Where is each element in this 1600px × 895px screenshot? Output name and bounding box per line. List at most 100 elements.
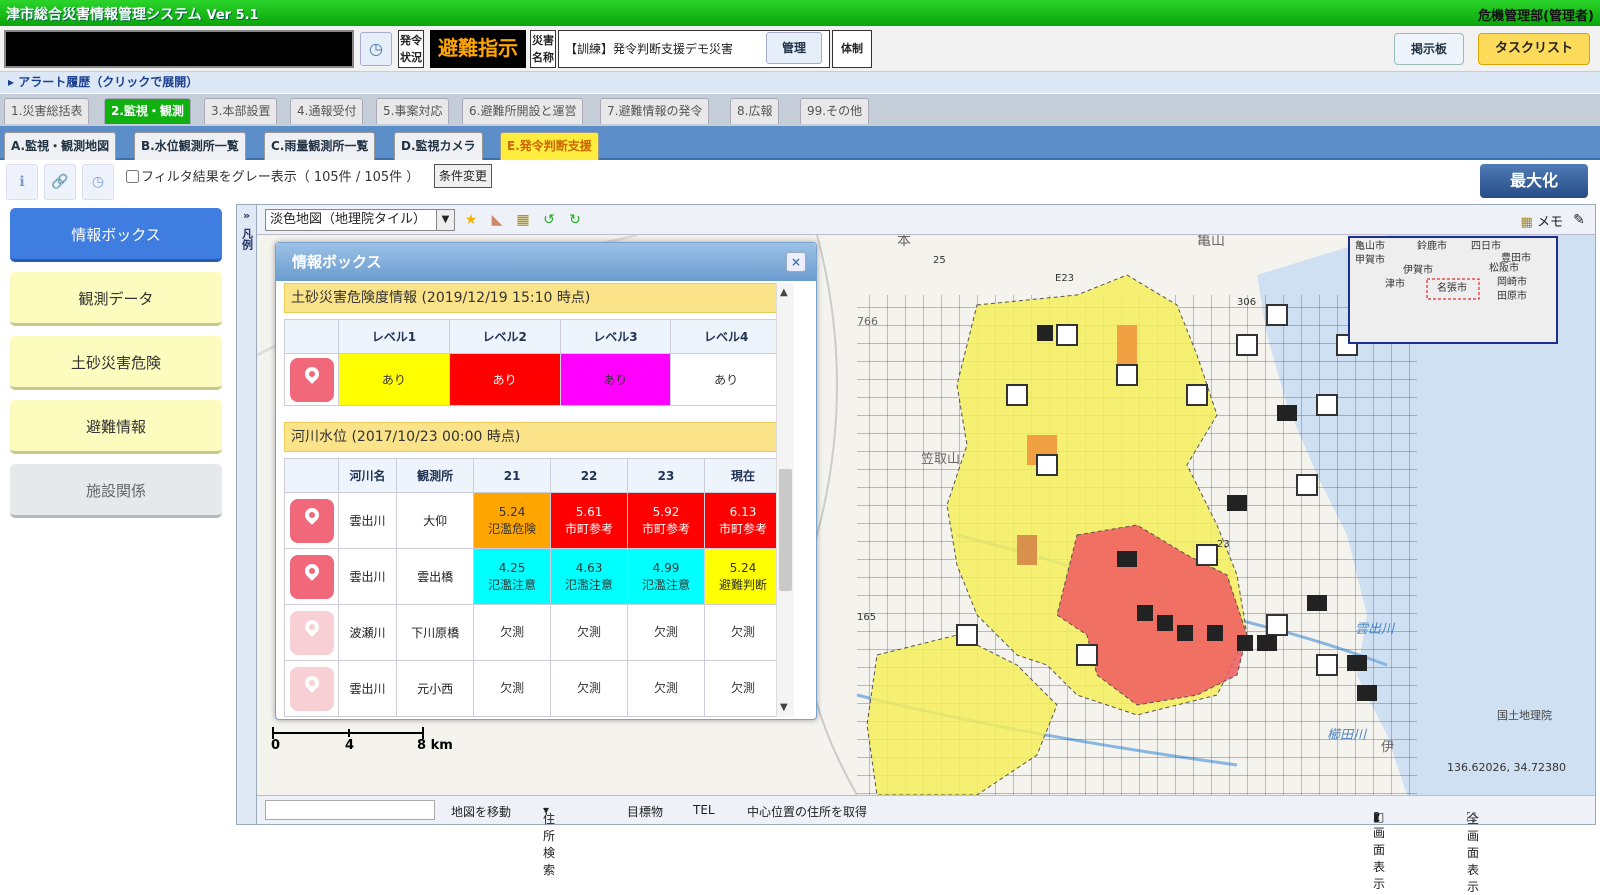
address-search-button[interactable]: 住所検索 ▾ [543,803,555,877]
tab-sub-e[interactable]: E.発令判断支援 [500,132,599,160]
user-label: 危機管理部(管理者) [1478,9,1594,24]
info-box-scrollbar[interactable]: ▲ ▼ [776,283,794,717]
close-button[interactable]: × [786,252,806,272]
tab-main-3[interactable]: 3.本部設置 [204,98,278,124]
map-bottom-bar: 地図を移動 住所検索 ▾ 目標物 TEL 中心位置の住所を取得 ◧ 2画面表示 … [257,795,1595,894]
tab-main-1[interactable]: 1.災害総括表 [4,98,90,124]
move-map-button[interactable]: 地図を移動 [451,803,511,820]
pin-icon[interactable] [289,498,334,543]
left-info-box[interactable]: 情報ボックス [10,208,222,262]
svg-text:岡崎市: 岡崎市 [1497,275,1527,288]
ruler-icon[interactable]: ◣ [487,210,507,230]
svg-text:鈴鹿市: 鈴鹿市 [1417,239,1447,252]
gray-filter[interactable]: フィルタ結果をグレー表示（ 105件 / 105件 ） [126,166,419,185]
map-label-hon: 本 [897,235,911,249]
map-label-23: 23 [1217,539,1230,550]
map-toolbar: 淡色地図（地理院タイル） ▼ ★ ◣ ▦ ↺ ↻ ▦ メモ ✎ [257,205,1595,235]
app-title: 津市総合災害情報管理システム Ver 5.1 [6,7,259,23]
pin-icon[interactable] [289,357,334,402]
scroll-down-icon[interactable]: ▼ [780,702,788,713]
map-label-25: 25 [933,255,946,266]
alert-history-bar[interactable]: ▸ アラート履歴（クリックで展開） [0,72,1600,93]
level-cell: 欠測 [704,660,782,717]
redo-icon[interactable]: ↻ [565,210,585,230]
close-icon: × [790,255,802,269]
tab-main-7[interactable]: 7.避難情報の発令 [600,98,710,124]
river-row: 雲出川 雲出橋 4.25 氾濫注意 4.63 氾濫注意 4.99 氾濫注意 5.24 避難判断 [284,548,782,605]
left-observation-data[interactable]: 観測データ [10,272,222,326]
svg-text:4: 4 [345,738,354,753]
overview-map[interactable]: 亀山市 鈴鹿市 甲賀市 伊賀市 名張市 四日市 津市 松阪市 田原市 豊田市 岡… [1348,236,1558,344]
river-name: 雲出川 [337,660,398,717]
svg-text:豊田市: 豊田市 [1501,251,1531,264]
maximize-button[interactable]: 最大化 [1480,164,1588,198]
legend-label: 凡例 [240,228,254,250]
level-cell: あり [559,353,672,406]
tab-main-8[interactable]: 8.広報 [730,98,780,124]
river-name: 波瀬川 [337,604,398,661]
memo-button[interactable]: ▦ メモ [1521,211,1563,230]
star-icon[interactable]: ★ [461,210,481,230]
map-icon[interactable]: ▦ [513,210,533,230]
center-address-button[interactable]: 中心位置の住所を取得 [747,803,867,820]
tab-sub-d[interactable]: D.監視カメラ [394,132,483,160]
undo-icon[interactable]: ↺ [539,210,559,230]
tel-button[interactable]: TEL [693,803,715,817]
map-label-kasatori: 笠取山 [921,452,960,467]
change-condition-button[interactable]: 条件変更 [434,164,493,188]
pin-icon[interactable] [289,554,334,599]
map-attribution: 国土地理院 [1497,708,1552,722]
map-label-i: 伊 [1381,740,1394,755]
link-icon: 🔗 [51,174,69,190]
pin-icon[interactable] [289,610,334,655]
river-name: 雲出川 [337,548,398,605]
sub-tabs: A.監視・観測地図 B.水位観測所一覧 C.雨量観測所一覧 D.監視カメラ E.… [0,126,1600,160]
clock-button[interactable]: ◷ [360,32,392,66]
pin-icon[interactable] [289,666,334,711]
left-landslide-risk[interactable]: 土砂災害危険 [10,336,222,390]
tab-main-9[interactable]: 99.その他 [800,98,870,124]
memo-icon: ▦ [1520,215,1533,230]
status-row: ◷ 発令状況 避難指示 災害名称 【訓練】発令判断支援デモ災害 管理 体制 掲示… [0,26,1600,72]
tab-main-6[interactable]: 6.避難所開設と運営 [462,98,584,124]
map-label-e23: E23 [1055,273,1074,284]
map-label-kushida: 櫛田川 [1327,728,1368,743]
scroll-up-icon[interactable]: ▲ [780,287,788,298]
bulletin-board-button[interactable]: 掲示板 [1394,33,1464,65]
left-evacuation-info[interactable]: 避難情報 [10,400,222,454]
status-display [4,30,354,68]
landmark-button[interactable]: 目標物 [627,803,663,820]
title-bar: 津市総合災害情報管理システム Ver 5.1 危機管理部(管理者) [0,0,1600,26]
scroll-thumb[interactable] [779,469,792,591]
gray-filter-checkbox[interactable] [126,170,139,183]
link-button[interactable]: 🔗 [44,164,76,200]
tab-sub-c[interactable]: C.雨量観測所一覧 [264,132,376,160]
draw-icon[interactable]: ✎ [1569,210,1589,230]
base-layer-select[interactable]: 淡色地図（地理院タイル） ▼ [265,209,455,231]
map-label-kameyama: 亀山 [1197,235,1225,249]
level-cell: 5.24 氾濫危険 [473,492,552,549]
landslide-header: 土砂災害危険度情報 (2019/12/19 15:10 時点) [284,283,794,313]
svg-text:名張市: 名張市 [1437,281,1467,294]
map-label-165: 165 [857,612,876,623]
level-cell: 4.25 氾濫注意 [473,548,552,605]
manage-button[interactable]: 管理 [766,32,822,64]
svg-text:四日市: 四日市 [1471,239,1501,252]
task-list-button[interactable]: タスクリスト [1478,33,1590,65]
tab-main-4[interactable]: 4.通報受付 [290,98,364,124]
left-facilities[interactable]: 施設関係 [10,464,222,518]
station-name: 雲出橋 [396,548,475,605]
info-button[interactable]: ℹ [6,164,38,200]
history-button[interactable]: ◷ [82,164,114,200]
tab-sub-b[interactable]: B.水位観測所一覧 [134,132,246,160]
level-cell: 4.63 氾濫注意 [550,548,629,605]
svg-text:亀山市: 亀山市 [1355,239,1385,252]
tab-main-5[interactable]: 5.事案対応 [376,98,450,124]
legend-toggle[interactable]: » 凡例 [237,205,257,824]
tab-main-2[interactable]: 2.監視・観測 [104,98,191,124]
tab-sub-a[interactable]: A.監視・観測地図 [4,132,117,160]
svg-text:田原市: 田原市 [1497,289,1527,302]
level-cell: 欠測 [627,660,705,717]
level-cell: 6.13 市町参考 [704,492,782,549]
address-input[interactable] [265,800,435,820]
